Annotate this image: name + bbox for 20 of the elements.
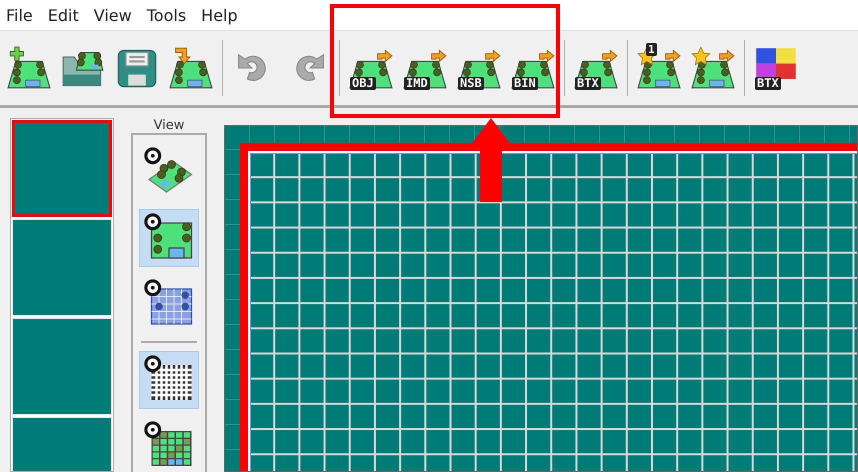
toolbar-button[interactable]: OBJ — [344, 43, 398, 93]
toolbar-button[interactable]: BTX — [569, 43, 623, 93]
star-map-icon — [637, 46, 681, 90]
star-map-icon — [691, 46, 735, 90]
toolbar-button[interactable]: BTX — [749, 43, 803, 93]
import-map-icon — [169, 46, 213, 90]
menu-item[interactable]: File — [4, 6, 42, 24]
toolbar-button[interactable]: IMD — [398, 43, 452, 93]
view-button[interactable] — [139, 351, 199, 409]
tile-thumbnail[interactable] — [12, 120, 112, 217]
menu-item[interactable]: Help — [199, 6, 247, 24]
toolbar-button[interactable]: 1 — [632, 43, 686, 93]
menu-item[interactable]: View — [92, 6, 141, 24]
toolbar-button[interactable]: BIN — [506, 43, 560, 93]
view-button[interactable] — [139, 209, 199, 267]
menu-item[interactable]: Tools — [144, 6, 196, 24]
new-map-icon — [7, 46, 51, 90]
toolbar-button[interactable]: NSB — [452, 43, 506, 93]
view-label: View — [154, 118, 184, 133]
menu-item[interactable]: Edit — [46, 6, 88, 24]
